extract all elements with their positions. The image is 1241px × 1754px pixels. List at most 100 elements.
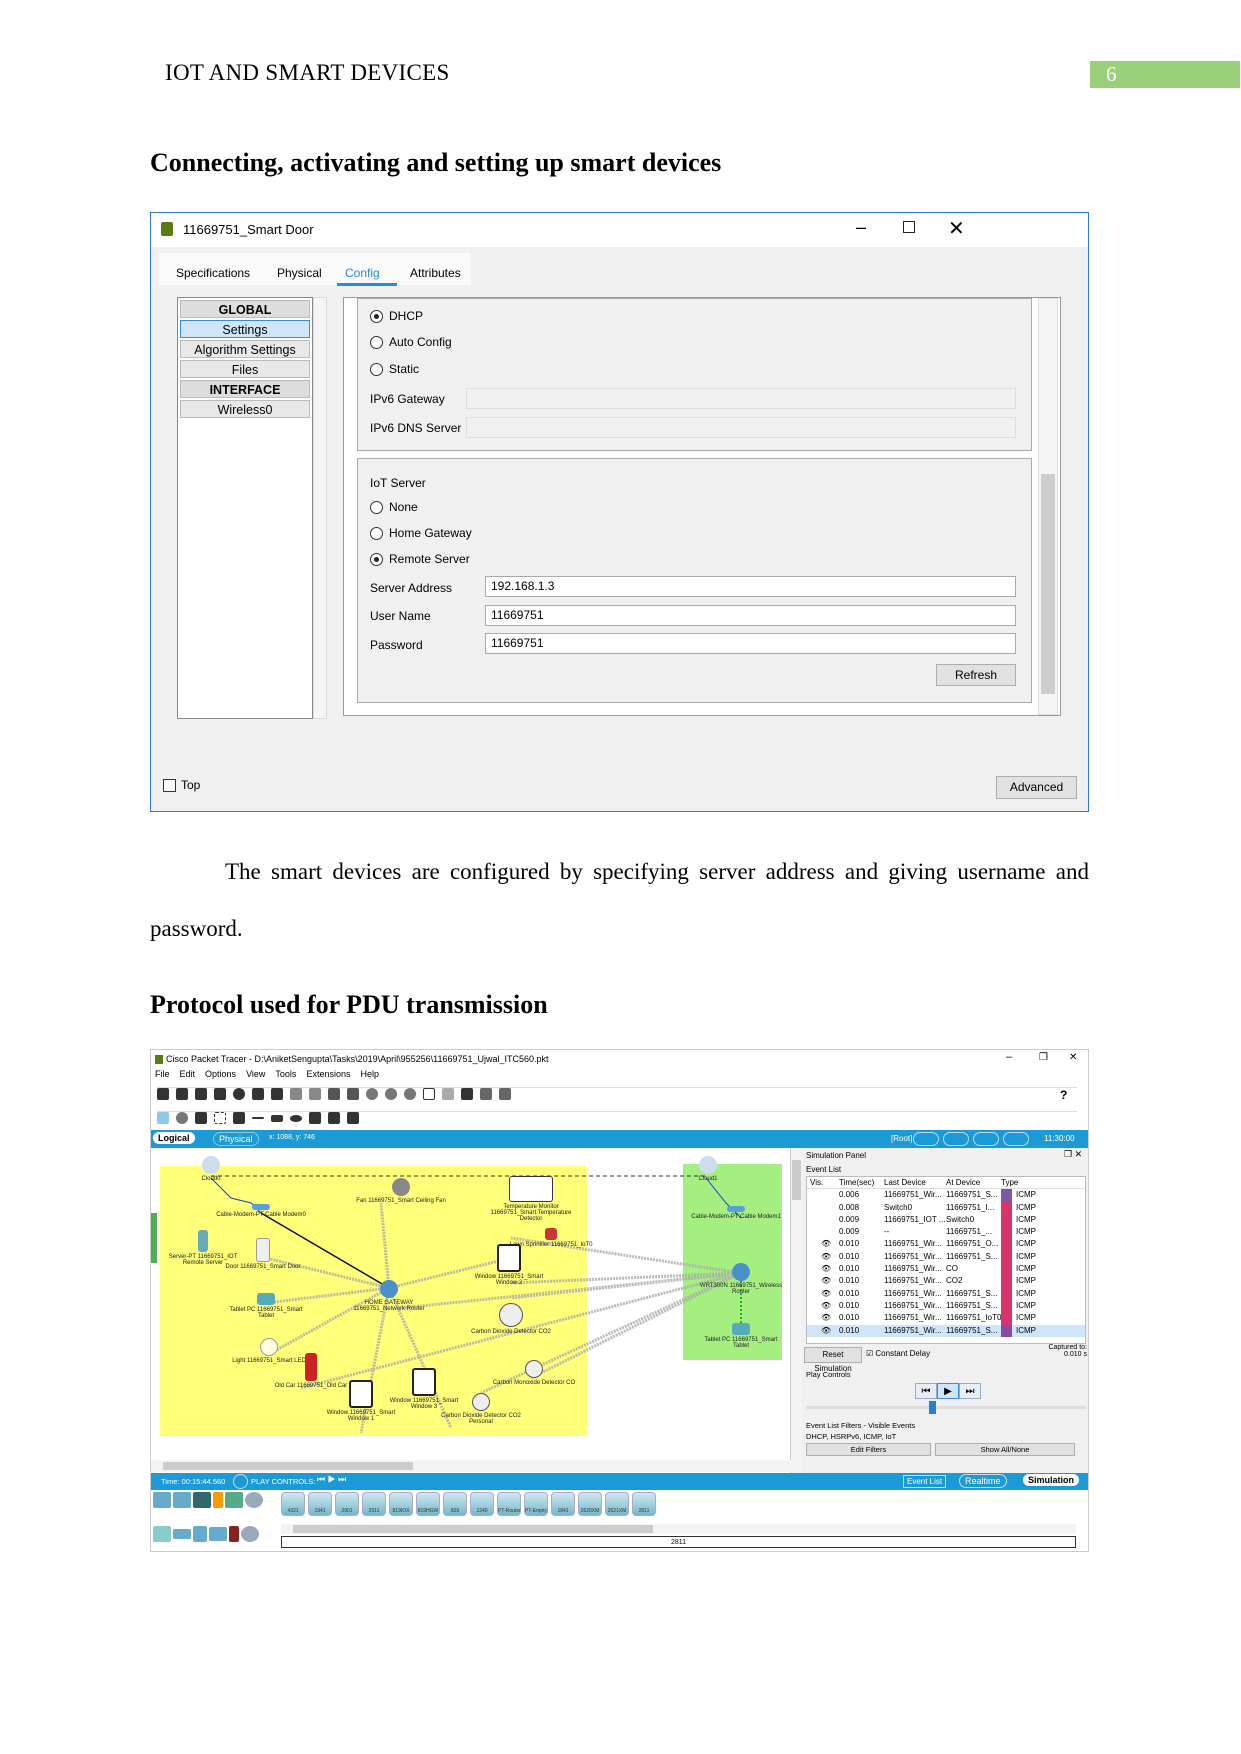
- info-icon[interactable]: [233, 1088, 245, 1100]
- copy-icon[interactable]: [290, 1088, 302, 1100]
- close-button[interactable]: ✕: [1069, 1052, 1077, 1063]
- show-all-none-button[interactable]: Show All/None: [935, 1443, 1075, 1456]
- device-window-2[interactable]: Window 11669751_Smart Window 2: [464, 1244, 554, 1286]
- undock-close-buttons[interactable]: ❐ ✕: [1064, 1149, 1082, 1160]
- config-scrollbar[interactable]: [1038, 298, 1058, 715]
- event-list-button[interactable]: Event List: [903, 1475, 947, 1488]
- device-co2-detector[interactable]: Carbon Dioxide Detector CO2: [466, 1303, 556, 1335]
- multiuser-icon[interactable]: [245, 1492, 263, 1508]
- background-button[interactable]: [1003, 1132, 1029, 1146]
- restore-button[interactable]: ❐: [1039, 1052, 1048, 1063]
- misc-icon[interactable]: [225, 1492, 243, 1508]
- rectangle-icon[interactable]: [271, 1114, 283, 1122]
- radio-auto-config[interactable]: Auto Config: [370, 335, 452, 350]
- note-icon[interactable]: [233, 1112, 245, 1124]
- print-icon[interactable]: [214, 1088, 226, 1100]
- delete-icon[interactable]: [195, 1112, 207, 1124]
- switches-icon[interactable]: [173, 1529, 191, 1539]
- device-cable-modem1[interactable]: Cable-Modem-PT Cable Modem1: [691, 1206, 781, 1220]
- scrollbar-thumb[interactable]: [792, 1160, 801, 1200]
- server-address-input[interactable]: 192.168.1.3: [485, 576, 1016, 597]
- vis-cell[interactable]: [807, 1226, 839, 1238]
- open-icon[interactable]: [176, 1088, 188, 1100]
- ipv6-dns-field[interactable]: [466, 417, 1016, 438]
- back-button[interactable]: [913, 1132, 939, 1146]
- horizontal-scrollbar[interactable]: [151, 1460, 791, 1472]
- router-model-819hgw[interactable]: 819HGW: [416, 1492, 440, 1516]
- simulation-button[interactable]: Simulation: [1023, 1474, 1080, 1486]
- router-model-1841[interactable]: 1841: [551, 1492, 575, 1516]
- device-fan[interactable]: Fan 11669751_Smart Ceiling Fan: [356, 1178, 446, 1204]
- event-row[interactable]: 👁 0.010 11669751_Wir... 11669751_IoT0 ICMP: [807, 1312, 1085, 1325]
- device-tablet[interactable]: Tablet PC 11669751_Smart Tablet: [221, 1293, 311, 1319]
- device-cloud1[interactable]: Cloud1: [663, 1156, 753, 1182]
- event-row[interactable]: 0.006 11669751_Wir... 11669751_S... ICMP: [807, 1189, 1085, 1202]
- router-model-2621xm[interactable]: 2621XM: [605, 1492, 629, 1516]
- event-row[interactable]: 👁 0.010 11669751_Wir... CO ICMP: [807, 1263, 1085, 1276]
- bottom-play-controls[interactable]: ⏮ ▶ ⏭: [317, 1474, 346, 1485]
- wizard-icon[interactable]: [252, 1088, 264, 1100]
- eye-icon[interactable]: 👁: [807, 1300, 839, 1312]
- event-row[interactable]: 0.008 Switch0 11669751_I... ICMP: [807, 1201, 1085, 1214]
- router-model-pt-router[interactable]: PT-Router: [497, 1492, 521, 1516]
- physical-tab[interactable]: Physical: [213, 1132, 259, 1146]
- add-complex-pdu-icon[interactable]: [347, 1112, 359, 1124]
- select-icon[interactable]: [157, 1112, 169, 1124]
- device-cable-modem0[interactable]: Cable-Modem-PT Cable Modem0: [216, 1204, 306, 1218]
- vis-cell[interactable]: [807, 1189, 839, 1201]
- drawing-palette-icon[interactable]: [423, 1088, 435, 1100]
- eye-icon[interactable]: 👁: [807, 1238, 839, 1250]
- tab-config[interactable]: Config: [345, 266, 380, 280]
- device-remote-tablet[interactable]: Tablet PC 11669751_Smart Tablet: [696, 1323, 786, 1349]
- router-model-2911[interactable]: 2911: [362, 1492, 386, 1516]
- menu-extensions[interactable]: Extensions: [306, 1069, 350, 1079]
- device-wireless-router[interactable]: WRT300N 11669751_Wireless Router: [696, 1263, 786, 1295]
- radio-none[interactable]: None: [370, 500, 418, 515]
- new-cluster-button[interactable]: [943, 1132, 969, 1146]
- wan-emulation-icon[interactable]: [241, 1526, 259, 1542]
- menu-options[interactable]: Options: [205, 1069, 236, 1079]
- radio-home-gateway[interactable]: Home Gateway: [370, 526, 472, 541]
- device-home-gateway[interactable]: HOME GATEWAY 11669751_Network Router: [344, 1280, 434, 1312]
- ellipse-icon[interactable]: [290, 1114, 302, 1122]
- router-model-4321[interactable]: 4321: [281, 1492, 305, 1516]
- user-name-input[interactable]: 11669751: [485, 605, 1016, 626]
- router-model-829[interactable]: 829: [443, 1492, 467, 1516]
- radio-remote-server[interactable]: Remote Server: [370, 552, 470, 567]
- router-model-819iox[interactable]: 819IOX: [389, 1492, 413, 1516]
- image-icon[interactable]: [499, 1088, 511, 1100]
- vis-cell[interactable]: [807, 1214, 839, 1226]
- redo-icon[interactable]: [347, 1088, 359, 1100]
- realtime-button[interactable]: Realtime: [959, 1474, 1007, 1488]
- network-devices-icon[interactable]: [153, 1492, 171, 1508]
- list-item-wireless0[interactable]: Wireless0: [180, 400, 310, 418]
- event-row[interactable]: 👁 0.010 11669751_Wir... 11669751_S... ICMP: [807, 1250, 1085, 1264]
- router-model-2620xm[interactable]: 2620XM: [578, 1492, 602, 1516]
- hubs-icon[interactable]: [193, 1526, 207, 1542]
- scrollbar-thumb[interactable]: [293, 1525, 653, 1533]
- zoom-out-icon[interactable]: [404, 1088, 416, 1100]
- logical-workspace[interactable]: Cloud0 Cable-Modem-PT Cable Modem0 Serve…: [151, 1148, 791, 1473]
- palette-scrollbar[interactable]: [281, 1524, 1076, 1534]
- top-checkbox[interactable]: Top: [163, 778, 200, 793]
- password-input[interactable]: 11669751: [485, 633, 1016, 654]
- router-model-2901[interactable]: 2901: [335, 1492, 359, 1516]
- menu-file[interactable]: File: [155, 1069, 170, 1079]
- add-simple-pdu-icon[interactable]: [328, 1112, 340, 1124]
- scrollbar-thumb[interactable]: [1041, 474, 1055, 694]
- close-button[interactable]: ✕: [948, 216, 965, 241]
- eye-icon[interactable]: 👁: [807, 1312, 839, 1324]
- device-cloud0[interactable]: Cloud0: [166, 1156, 256, 1182]
- device-co2-personal[interactable]: Carbon Dioxide Detector CO2 Personal: [436, 1393, 526, 1425]
- help-button[interactable]: ?: [1060, 1088, 1067, 1102]
- move-object-button[interactable]: [973, 1132, 999, 1146]
- vertical-scrollbar[interactable]: [791, 1148, 802, 1473]
- menu-view[interactable]: View: [246, 1069, 265, 1079]
- list-scrollbar[interactable]: [313, 297, 327, 719]
- routers-icon[interactable]: [153, 1526, 171, 1542]
- minimize-button[interactable]: –: [1006, 1051, 1012, 1063]
- event-row[interactable]: 👁 0.010 11669751_Wir... 11669751_S... ICMP: [807, 1324, 1085, 1337]
- router-model-pt-empty[interactable]: PT-Empty: [524, 1492, 548, 1516]
- network-info-icon[interactable]: [271, 1088, 283, 1100]
- scrollbar-thumb[interactable]: [163, 1462, 413, 1470]
